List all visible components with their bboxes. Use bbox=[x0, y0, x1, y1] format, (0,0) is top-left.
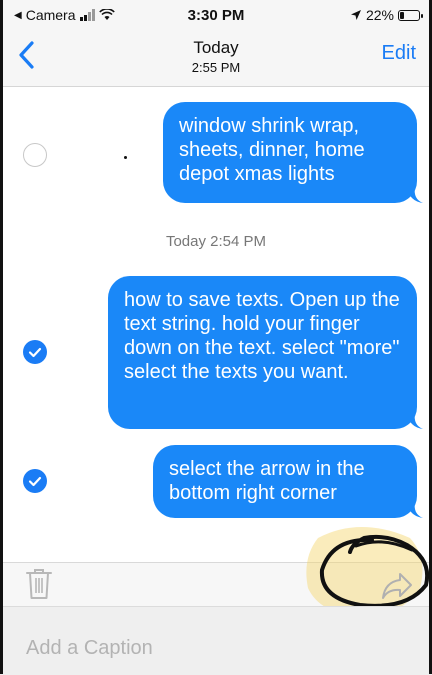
battery-percent: 22% bbox=[365, 7, 394, 23]
checkmark-icon bbox=[28, 347, 42, 358]
checkmark-icon bbox=[28, 476, 42, 487]
bubble-tail bbox=[407, 413, 423, 429]
message-text: select the arrow in the bottom right cor… bbox=[169, 458, 365, 504]
hand-drawn-circle bbox=[319, 534, 430, 608]
select-circle-message-1[interactable] bbox=[23, 143, 47, 167]
bubble-tail bbox=[407, 502, 423, 518]
caption-area bbox=[0, 606, 432, 675]
page-title: Today bbox=[193, 38, 239, 57]
trash-icon[interactable] bbox=[25, 567, 53, 601]
image-border-left bbox=[0, 0, 3, 674]
message-bubble[interactable]: window shrink wrap, sheets, dinner, home… bbox=[163, 102, 423, 203]
battery-icon bbox=[398, 9, 423, 21]
message-text: how to save texts. Open up the text stri… bbox=[124, 289, 400, 383]
message-text: window shrink wrap, sheets, dinner, home… bbox=[179, 115, 365, 185]
select-circle-message-3[interactable] bbox=[23, 469, 47, 493]
status-right: 22% bbox=[350, 7, 423, 23]
message-bubble[interactable]: select the arrow in the bottom right cor… bbox=[153, 445, 423, 518]
page-subtitle: 2:55 PM bbox=[191, 60, 241, 75]
message-bubble[interactable]: how to save texts. Open up the text stri… bbox=[108, 276, 423, 429]
timestamp-divider: Today 2:54 PM bbox=[165, 233, 267, 250]
stray-dot bbox=[124, 156, 127, 159]
header: ◀ Camera 3:30 PM 22% Today 2:55 PM Edit bbox=[0, 0, 432, 87]
screenshot-frame: ◀ Camera 3:30 PM 22% Today 2:55 PM Edit … bbox=[0, 0, 432, 675]
select-circle-message-2[interactable] bbox=[23, 340, 47, 364]
caption-input[interactable] bbox=[26, 635, 406, 661]
location-arrow-icon bbox=[350, 10, 361, 20]
status-bar: ◀ Camera 3:30 PM 22% bbox=[0, 0, 432, 30]
bubble-tail bbox=[407, 187, 423, 203]
edit-button[interactable]: Edit bbox=[382, 42, 416, 65]
